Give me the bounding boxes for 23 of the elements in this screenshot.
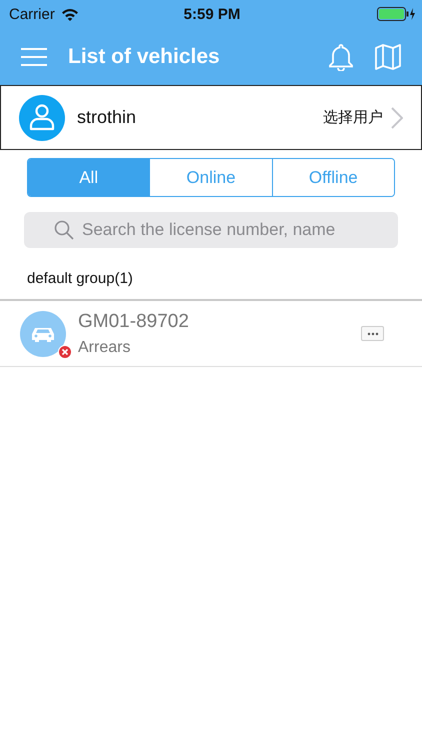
chevron-right-icon — [391, 106, 403, 128]
select-user-label: 选择用户 — [323, 108, 383, 127]
search-field[interactable]: Search the license number, name — [24, 212, 398, 248]
clock-time: 5:59 PM — [184, 6, 240, 22]
vehicle-row[interactable]: GM01-89702 Arrears — [0, 301, 422, 367]
map-icon[interactable] — [374, 42, 402, 70]
license-plate: GM01-89702 — [78, 310, 190, 332]
user-name: strothin — [77, 107, 138, 128]
battery-icon — [376, 7, 415, 21]
carrier-name: Carrier — [9, 6, 55, 22]
filter-tab[interactable]: Offline — [272, 159, 394, 196]
group-label: default group(1) — [26, 269, 134, 289]
car-icon — [20, 310, 66, 356]
more-icon — [366, 332, 378, 336]
vehicle-status: Arrears — [78, 338, 132, 356]
user-row[interactable]: strothin 选择用户 — [0, 85, 422, 150]
wifi-icon — [60, 8, 79, 20]
filter-tab[interactable]: All — [28, 159, 150, 196]
screen-title: List of vehicles — [68, 44, 221, 68]
user-avatar-icon — [19, 94, 65, 140]
more-button[interactable] — [361, 326, 384, 341]
menu-icon[interactable] — [20, 46, 48, 66]
bell-icon[interactable] — [328, 42, 354, 70]
